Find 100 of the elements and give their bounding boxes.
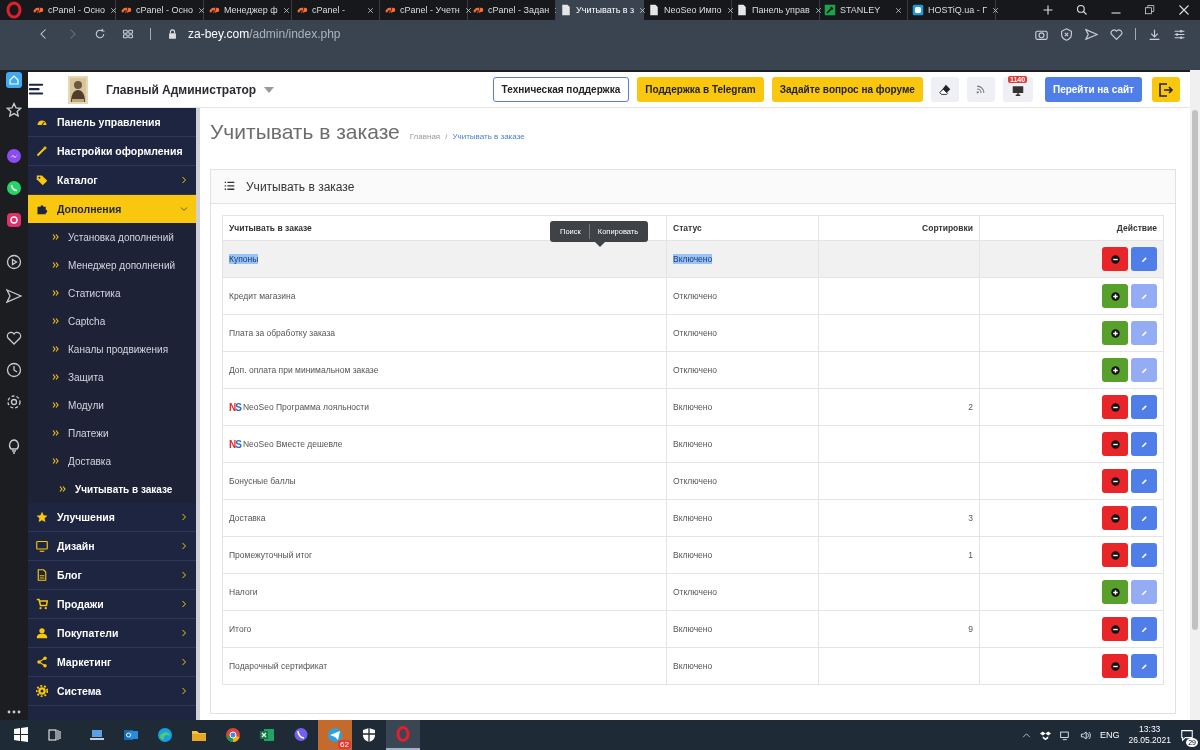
messenger-icon[interactable]: [6, 148, 22, 164]
close-icon[interactable]: [366, 5, 375, 15]
close-icon[interactable]: [638, 5, 648, 15]
menu-item[interactable]: Настройки оформления: [28, 137, 196, 166]
uninstall-button[interactable]: [1102, 506, 1128, 530]
plus-circle-icon: [1110, 587, 1120, 597]
table-cell: 3: [968, 513, 973, 523]
network-icon[interactable]: [1059, 729, 1071, 741]
url-field[interactable]: za-bey.com/admin/index.php: [188, 27, 341, 41]
support-button[interactable]: Поддержка в Telegram: [637, 77, 764, 102]
scrollbar[interactable]: [1190, 70, 1200, 720]
uninstall-button[interactable]: [1102, 617, 1128, 641]
rss-button[interactable]: [966, 77, 995, 102]
restore-icon[interactable]: [1144, 4, 1156, 16]
close-icon[interactable]: [109, 5, 118, 15]
plus-icon[interactable]: [1042, 4, 1054, 16]
submenu-item[interactable]: Учитывать в заказе: [28, 475, 196, 503]
menu-item[interactable]: Дизайн: [28, 532, 196, 561]
chevron-right-icon: [180, 176, 188, 184]
gear-icon: [36, 685, 48, 697]
logout-button[interactable]: [1152, 77, 1180, 102]
submenu-item[interactable]: Статистика: [28, 279, 196, 307]
heart-icon[interactable]: [1110, 27, 1123, 41]
install-button[interactable]: [1102, 284, 1128, 308]
submenu-item[interactable]: Менеджер дополнений: [28, 251, 196, 279]
double-chevron-icon: [52, 401, 60, 409]
search-icon[interactable]: [1076, 4, 1088, 16]
send-icon[interactable]: [1085, 27, 1098, 41]
breadcrumb-link[interactable]: Учитывать в заказе: [452, 132, 525, 141]
eraser-button[interactable]: [930, 77, 959, 102]
reload-icon[interactable]: [94, 28, 106, 40]
install-button[interactable]: [1102, 321, 1128, 345]
uninstall-button[interactable]: [1102, 543, 1128, 567]
close-icon[interactable]: [991, 5, 1001, 15]
close-icon[interactable]: [813, 5, 823, 15]
taskbar-app[interactable]: 62: [318, 720, 352, 750]
chrome-icon: [225, 727, 241, 743]
caret-icon[interactable]: [264, 86, 275, 93]
submenu-item[interactable]: Доставка: [28, 447, 196, 475]
menu-item[interactable]: Панель управления: [28, 108, 196, 137]
close-icon[interactable]: [1178, 4, 1190, 16]
table-cell: Налоги: [229, 587, 258, 597]
download-icon[interactable]: [1148, 27, 1161, 41]
close-icon[interactable]: [725, 5, 735, 15]
close-icon[interactable]: [281, 5, 291, 15]
submenu-item[interactable]: Установка дополнений: [28, 223, 196, 251]
grid-icon[interactable]: [122, 28, 134, 40]
bulb-icon[interactable]: [6, 438, 22, 454]
notifications-icon[interactable]: [1180, 728, 1194, 742]
menu-item[interactable]: Система: [28, 677, 196, 706]
submenu-item[interactable]: Captcha: [28, 307, 196, 335]
menu-item[interactable]: Покупатели: [28, 619, 196, 648]
home-icon[interactable]: [6, 72, 22, 88]
support-button[interactable]: Техническая поддержка: [492, 77, 630, 102]
close-icon[interactable]: [463, 5, 473, 15]
submenu-item[interactable]: Модули: [28, 391, 196, 419]
clock[interactable]: 13:33 26.05.2021: [1128, 724, 1171, 746]
uninstall-button[interactable]: [1102, 654, 1128, 678]
instagram-icon[interactable]: [6, 212, 22, 228]
close-icon[interactable]: [197, 5, 206, 15]
whatsapp-icon[interactable]: [6, 180, 22, 196]
uninstall-button[interactable]: [1102, 432, 1128, 456]
install-button[interactable]: [1102, 580, 1128, 604]
menu-icon[interactable]: [28, 82, 44, 97]
play-icon[interactable]: [6, 254, 22, 270]
column-header: Действие: [979, 215, 1164, 241]
shield-icon[interactable]: [1060, 27, 1073, 41]
site-button[interactable]: Перейти на сайт: [1044, 77, 1142, 102]
submenu-item[interactable]: Каналы продвижения: [28, 335, 196, 363]
user-name[interactable]: Главный Администратор: [106, 82, 257, 97]
table-cell: 9: [968, 624, 973, 634]
page-icon: [560, 4, 572, 16]
star-icon[interactable]: [6, 102, 22, 118]
uninstall-button[interactable]: [1102, 395, 1128, 419]
settings-icon[interactable]: [6, 394, 22, 410]
close-icon[interactable]: [894, 5, 903, 15]
speaker-icon[interactable]: [1079, 729, 1091, 741]
column-header: Статус: [666, 215, 819, 241]
chevron-up-icon[interactable]: [1021, 730, 1031, 740]
scrollbar-thumb[interactable]: [1192, 110, 1198, 630]
support-button[interactable]: Задайте вопрос на форуме: [771, 77, 923, 102]
heart-icon[interactable]: [6, 330, 22, 346]
double-chevron-icon: [52, 233, 60, 241]
menu-item[interactable]: Дополнения: [28, 195, 196, 223]
submenu-item[interactable]: Защита: [28, 363, 196, 391]
chevron-right-icon: [180, 687, 188, 695]
menu-item[interactable]: Блог: [28, 561, 196, 590]
install-button[interactable]: [1102, 358, 1128, 382]
language-indicator[interactable]: ENG: [1099, 730, 1120, 740]
submenu-item[interactable]: Платежи: [28, 419, 196, 447]
dropbox-icon[interactable]: [1039, 729, 1051, 741]
send-icon[interactable]: [6, 288, 22, 304]
clock-icon[interactable]: [6, 362, 22, 378]
browser-tab[interactable]: Учитывать в з: [556, 0, 644, 20]
uninstall-button[interactable]: [1102, 247, 1128, 271]
uninstall-button[interactable]: [1102, 469, 1128, 493]
menu-item[interactable]: Улучшения: [28, 503, 196, 532]
menu-item[interactable]: Продажи: [28, 590, 196, 619]
menu-item[interactable]: Маркетинг: [28, 648, 196, 677]
sliders-icon[interactable]: [1173, 27, 1186, 41]
